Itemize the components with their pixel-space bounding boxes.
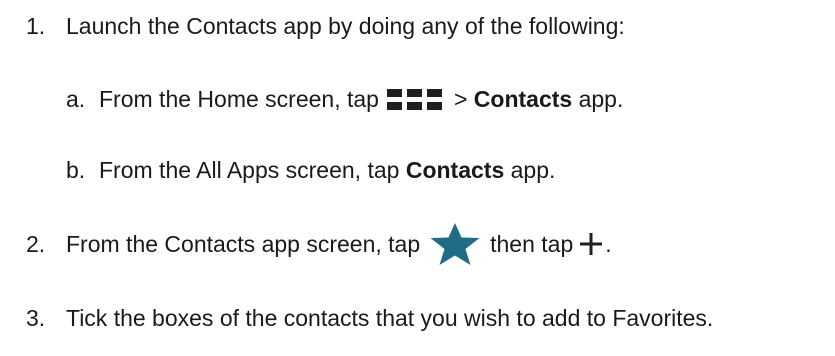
add-plus-icon [580,233,603,255]
contacts-app-label: Contacts [405,157,505,183]
step-1b: b. From the All Apps screen, tap Contact… [66,155,555,185]
favorite-star-icon [430,223,480,265]
step-text: Launch the Contacts app by doing any of … [66,13,625,39]
step-text-pre: From the All Apps screen, tap [99,157,400,183]
step-letter: a. [66,86,86,112]
step-separator: > [453,86,468,112]
step-1a: a. From the Home screen, tap > Contacts … [66,84,623,114]
step-text-mid: then tap [490,231,574,257]
contacts-app-label: Contacts [473,86,573,112]
step-number: 1. [26,13,46,39]
step-3: 3. Tick the boxes of the contacts that y… [0,303,713,333]
step-text-pre: From the Home screen, tap [99,86,379,112]
step-text-post: . [605,231,612,257]
step-text: Tick the boxes of the contacts that you … [66,305,714,331]
apps-grid-icon [386,88,442,110]
step-text-post: app. [510,157,556,183]
step-2: 2. From the Contacts app screen, tap the… [0,223,612,265]
step-1: 1. Launch the Contacts app by doing any … [0,11,625,41]
step-letter: b. [66,157,86,183]
step-number: 3. [26,305,46,331]
step-text-post: app. [578,86,624,112]
step-number: 2. [26,231,46,257]
step-text-pre: From the Contacts app screen, tap [66,231,421,257]
